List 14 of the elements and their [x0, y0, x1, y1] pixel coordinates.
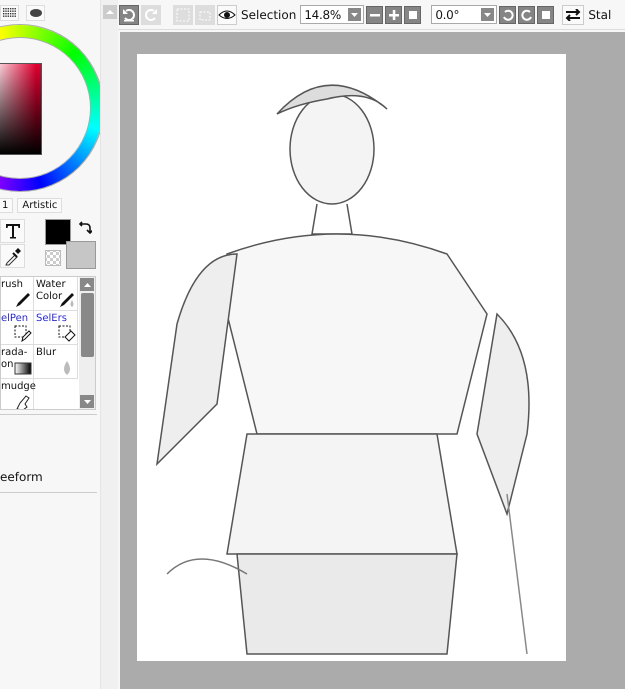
palette-tab[interactable]: Artistic [17, 198, 62, 213]
stabilizer-label: Stal [588, 8, 612, 22]
tool-option[interactable]: SelErs [34, 311, 78, 345]
selection-label: Selection [241, 8, 296, 22]
rotation-field[interactable]: 0.0° [431, 5, 498, 24]
zoom-field[interactable]: 14.8% [300, 5, 364, 24]
tool-option[interactable]: elPen [1, 311, 34, 345]
shape-tool-label[interactable]: eeform [0, 470, 100, 488]
tool-option[interactable]: Water Color [34, 277, 78, 311]
tool-option[interactable]: rush [1, 277, 34, 311]
tool-option[interactable]: Blur [34, 345, 78, 379]
tool-option[interactable]: rada- on [1, 345, 34, 379]
palette-tab[interactable]: 1 [0, 198, 14, 213]
tool-option[interactable]: mudge [1, 379, 34, 409]
